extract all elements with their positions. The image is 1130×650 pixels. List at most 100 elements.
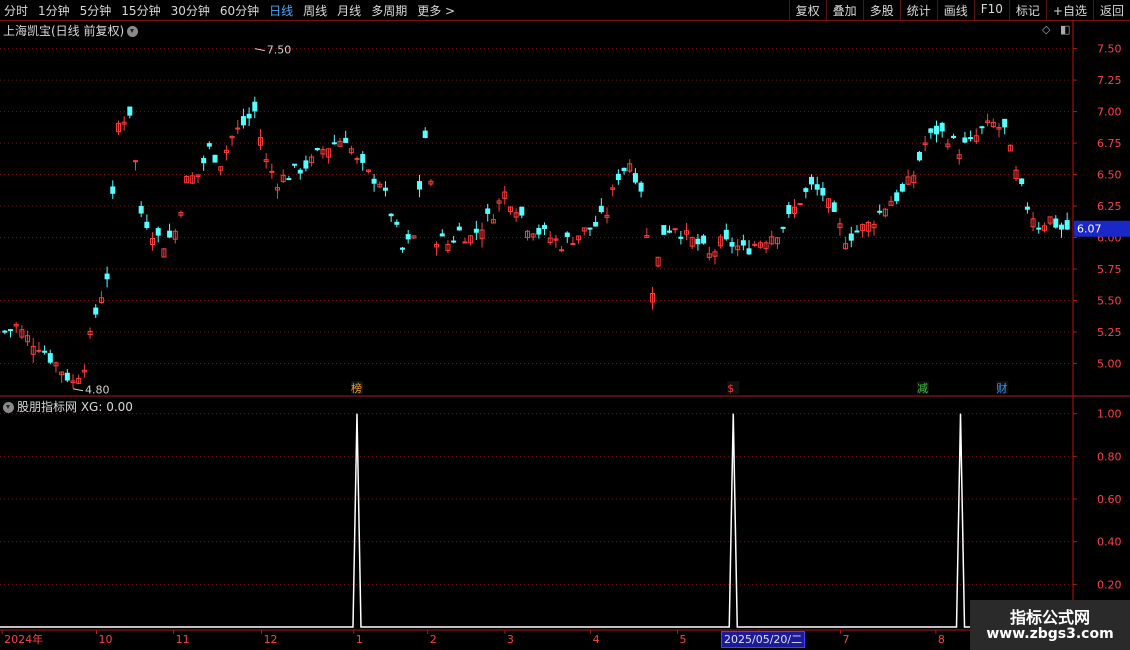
candle-body: [1058, 224, 1064, 230]
price-tick-label: 5.00: [1097, 358, 1122, 371]
candle-body: [667, 230, 672, 233]
candle-body: [439, 233, 445, 237]
candle-body: [723, 229, 729, 240]
candle-body: [814, 184, 820, 190]
x-tick-label: 3: [507, 633, 514, 646]
event-marker: $: [727, 382, 734, 395]
candle-body: [854, 230, 860, 233]
candle-body: [473, 228, 479, 233]
x-tick-label: 12: [264, 633, 278, 646]
candle-body: [235, 127, 241, 130]
price-tick-label: 7.00: [1097, 106, 1122, 119]
candle-body: [746, 248, 752, 255]
candle-body: [462, 241, 468, 244]
candle-body: [570, 243, 576, 246]
candle-body: [47, 353, 53, 363]
candle-body: [780, 226, 786, 229]
candle-body: [36, 349, 42, 352]
watermark: 指标公式网 www.zbgs3.com: [970, 600, 1130, 650]
candle-body: [678, 236, 684, 239]
candle-body: [968, 137, 974, 140]
last-price-label: 6.07: [1077, 223, 1102, 236]
candle-body: [951, 135, 957, 139]
event-marker: 财: [996, 381, 1007, 395]
candle-body: [388, 213, 394, 217]
candle-body: [382, 187, 388, 191]
candle-body: [934, 125, 939, 135]
candle-body: [1019, 178, 1025, 185]
candle-body: [701, 235, 707, 244]
candle-body: [2, 330, 8, 333]
candle-body: [405, 234, 411, 240]
candle-body: [559, 249, 565, 252]
watermark-url: www.zbgs3.com: [986, 626, 1114, 642]
candle-body: [899, 183, 905, 192]
candle-body: [695, 238, 701, 245]
candle-body: [417, 181, 423, 190]
candle-body: [292, 163, 298, 166]
event-marker: 减: [917, 382, 928, 395]
candle-body: [400, 247, 405, 250]
x-tick-label: 10: [98, 633, 112, 646]
candle-body: [110, 186, 116, 194]
candle-body: [877, 210, 883, 213]
price-tick-label: 7.25: [1097, 74, 1122, 87]
candle-body: [240, 116, 246, 126]
candle-body: [343, 137, 349, 143]
candle-body: [894, 192, 900, 202]
x-tick-label: 8: [938, 633, 945, 646]
candle-body: [536, 227, 542, 235]
max-price-pointer: [254, 48, 265, 52]
candle-body: [519, 206, 525, 216]
x-tick-label: 11: [176, 633, 190, 646]
candle-body: [740, 240, 746, 246]
candle-body: [979, 126, 985, 129]
candle-body: [314, 148, 320, 151]
candle-body: [42, 350, 48, 353]
candle-body: [593, 221, 599, 227]
candle-body: [638, 182, 644, 192]
candle-body: [8, 329, 14, 332]
price-tick-label: 5.25: [1097, 326, 1122, 339]
candle-body: [144, 221, 150, 228]
indicator-tick-label: 1.00: [1097, 408, 1122, 421]
candle-body: [303, 160, 309, 169]
watermark-title: 指标公式网: [1009, 608, 1090, 627]
candle-body: [286, 178, 292, 181]
x-tick-label: 7: [842, 633, 849, 646]
price-tick-label: 7.50: [1097, 43, 1122, 56]
candle-body: [587, 227, 593, 230]
min-price-pointer: [72, 388, 84, 392]
candle-body: [155, 228, 161, 236]
stock-chart[interactable]: 5.005.255.505.756.006.256.506.757.007.25…: [0, 0, 1130, 650]
candle-body: [820, 187, 826, 196]
indicator-tick-label: 0.80: [1097, 450, 1122, 463]
candle-body: [394, 221, 400, 225]
candle-body: [928, 128, 934, 133]
x-tick-label: 2024年: [4, 632, 43, 646]
candle-body: [104, 273, 110, 280]
candle-body: [93, 307, 99, 315]
price-tick-label: 6.50: [1097, 169, 1122, 182]
cursor-date-tag: 2025/05/20/二: [721, 631, 806, 648]
candle-body: [485, 208, 491, 214]
candle-body: [360, 154, 366, 163]
candle-body: [1024, 206, 1030, 210]
candle-body: [621, 167, 627, 172]
candle-body: [269, 170, 275, 173]
candle-body: [939, 122, 945, 132]
indicator-tick-label: 0.40: [1097, 536, 1122, 549]
candle-body: [456, 226, 462, 231]
candle-body: [809, 176, 815, 185]
x-tick-label: 5: [680, 633, 687, 646]
candle-body: [1053, 218, 1059, 228]
candle-body: [297, 169, 303, 174]
candle-body: [371, 178, 377, 184]
indicator-tick-label: 0.20: [1097, 578, 1122, 591]
candle-body: [786, 205, 792, 215]
candle-body: [138, 205, 144, 214]
candle-body: [252, 101, 258, 112]
price-tick-label: 5.50: [1097, 295, 1122, 308]
candle-body: [1036, 227, 1042, 230]
candle-body: [246, 113, 252, 119]
